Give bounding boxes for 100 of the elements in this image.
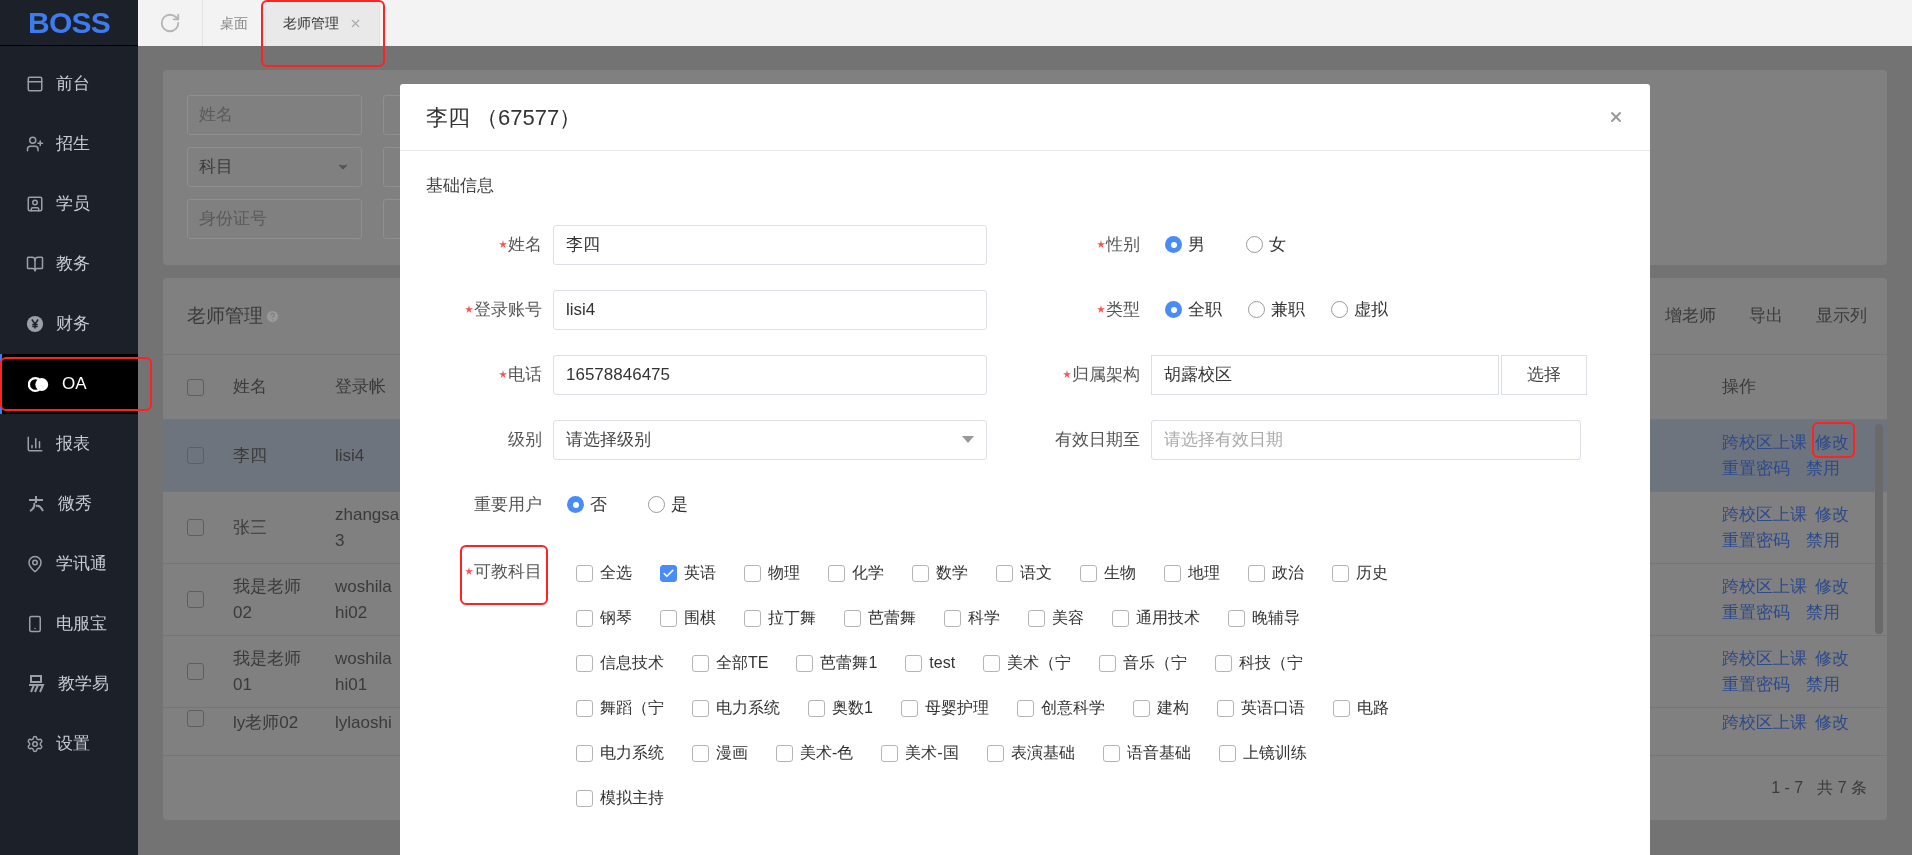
checkbox[interactable]	[808, 699, 825, 717]
checkbox[interactable]	[576, 789, 593, 807]
checkbox-label[interactable]: 电路	[1356, 696, 1389, 720]
checkbox-label[interactable]: 政治	[1272, 561, 1304, 585]
checkbox-label[interactable]: 电力系统	[600, 741, 664, 765]
checkbox-label[interactable]: 钢琴	[600, 606, 632, 630]
refresh-icon[interactable]	[159, 12, 181, 34]
checkbox[interactable]	[912, 564, 929, 582]
sidebar-item[interactable]: 报表	[0, 414, 138, 474]
input-field[interactable]: 胡露校区	[1151, 354, 1499, 395]
checkbox[interactable]	[576, 699, 593, 717]
input-field[interactable]: 16578846475	[553, 354, 987, 395]
checkbox[interactable]	[1332, 699, 1350, 717]
checkbox-label[interactable]: 美术-色	[800, 741, 854, 765]
radio-label[interactable]: 否	[590, 491, 607, 518]
sidebar-item[interactable]: 学讯通	[0, 534, 138, 594]
checkbox-label[interactable]: 芭蕾舞	[868, 606, 916, 630]
checkbox[interactable]	[1218, 744, 1236, 762]
checkbox[interactable]	[576, 744, 593, 762]
checkbox[interactable]	[986, 744, 1004, 762]
checkbox-label[interactable]: 上镜训练	[1242, 741, 1307, 765]
checkbox[interactable]	[187, 519, 204, 536]
checkbox[interactable]	[776, 744, 793, 762]
checkbox-label[interactable]: 科学	[968, 606, 1000, 630]
checkbox[interactable]	[905, 654, 923, 672]
radio-button[interactable]	[1165, 301, 1182, 318]
checkbox-label[interactable]: 舞蹈（宁	[600, 696, 664, 720]
checkbox[interactable]	[1080, 564, 1097, 582]
checkbox[interactable]	[187, 378, 204, 396]
checkbox-label[interactable]: 美容	[1052, 606, 1084, 630]
checkbox-label[interactable]: 化学	[852, 561, 884, 585]
checkbox[interactable]	[1112, 609, 1129, 627]
checkbox-label[interactable]: 母婴护理	[924, 696, 989, 720]
select-field[interactable]: 请选择级别	[553, 419, 987, 460]
checkbox[interactable]	[1028, 609, 1045, 627]
checkbox-label[interactable]: 英语口语	[1240, 696, 1305, 720]
checkbox-label[interactable]: 漫画	[716, 741, 748, 765]
checkbox-label[interactable]: 美术-国	[905, 741, 959, 765]
sidebar-item[interactable]: 教学易	[0, 654, 138, 714]
checkbox[interactable]	[1248, 564, 1265, 582]
input-field[interactable]: 李四	[553, 224, 987, 265]
input-field[interactable]: lisi4	[553, 289, 987, 330]
checkbox[interactable]	[187, 447, 204, 464]
checkbox[interactable]	[1016, 699, 1034, 717]
checkbox[interactable]	[996, 564, 1013, 582]
checkbox[interactable]	[744, 564, 761, 582]
checkbox[interactable]	[828, 564, 845, 582]
sidebar-item[interactable]: 财务	[0, 294, 138, 354]
close-icon[interactable]	[1608, 109, 1624, 125]
checkbox[interactable]	[1099, 654, 1117, 672]
checkbox[interactable]	[576, 564, 593, 582]
checkbox-label[interactable]: 音乐（宁	[1123, 651, 1188, 675]
checkbox[interactable]	[944, 609, 961, 627]
radio-label[interactable]: 兼职	[1271, 296, 1305, 323]
radio-label[interactable]: 虚拟	[1354, 296, 1388, 323]
checkbox-label[interactable]: 语音基础	[1126, 741, 1191, 765]
radio-button[interactable]	[567, 496, 584, 513]
checkbox-label[interactable]: 科技（宁	[1239, 651, 1304, 675]
checkbox-label[interactable]: 表演基础	[1010, 741, 1075, 765]
checkbox[interactable]	[187, 591, 204, 608]
checkbox-label[interactable]: 模拟主持	[600, 786, 664, 810]
help-icon[interactable]	[265, 308, 280, 324]
radio-button[interactable]	[1331, 301, 1348, 318]
checkbox-label[interactable]: 历史	[1356, 561, 1388, 585]
checkbox[interactable]	[1332, 564, 1349, 582]
radio-label[interactable]: 男	[1188, 231, 1205, 258]
checkbox[interactable]	[1216, 699, 1234, 717]
page-tab[interactable]: 老师管理	[266, 0, 380, 46]
checkbox-label[interactable]: 生物	[1104, 561, 1136, 585]
select-button[interactable]: 选择	[1501, 354, 1587, 395]
checkbox-label[interactable]: 建构	[1156, 696, 1189, 720]
checkbox-label[interactable]: 数学	[936, 561, 968, 585]
checkbox-label[interactable]: 物理	[768, 561, 800, 585]
checkbox[interactable]	[187, 710, 204, 727]
radio-button[interactable]	[1246, 236, 1263, 253]
checkbox-label[interactable]: 信息技术	[600, 651, 664, 675]
radio-button[interactable]	[1165, 236, 1182, 253]
checkbox[interactable]	[1228, 609, 1245, 627]
checkbox-label[interactable]: 通用技术	[1136, 606, 1200, 630]
checkbox[interactable]	[576, 609, 593, 627]
checkbox-label[interactable]: 芭蕾舞1	[820, 651, 878, 675]
checkbox[interactable]	[1132, 699, 1150, 717]
checkbox[interactable]	[660, 609, 677, 627]
radio-button[interactable]	[648, 496, 665, 513]
sidebar-item[interactable]: 教务	[0, 234, 138, 294]
checkbox[interactable]	[983, 654, 1001, 672]
checkbox-label[interactable]: 全部TE	[716, 651, 769, 675]
checkbox[interactable]	[187, 663, 204, 680]
checkbox[interactable]	[900, 699, 918, 717]
sidebar-item[interactable]: 招生	[0, 114, 138, 174]
checkbox[interactable]	[692, 699, 709, 717]
checkbox-label[interactable]: 围棋	[684, 606, 716, 630]
sidebar-item[interactable]: 前台	[0, 54, 138, 114]
checkbox[interactable]	[1164, 564, 1181, 582]
checkbox-label[interactable]: 电力系统	[716, 696, 780, 720]
checkbox[interactable]	[844, 609, 861, 627]
checkbox[interactable]	[1215, 654, 1233, 672]
radio-button[interactable]	[1248, 301, 1265, 318]
checkbox-label[interactable]: 全选	[600, 561, 632, 585]
checkbox-label[interactable]: 英语	[684, 561, 716, 585]
